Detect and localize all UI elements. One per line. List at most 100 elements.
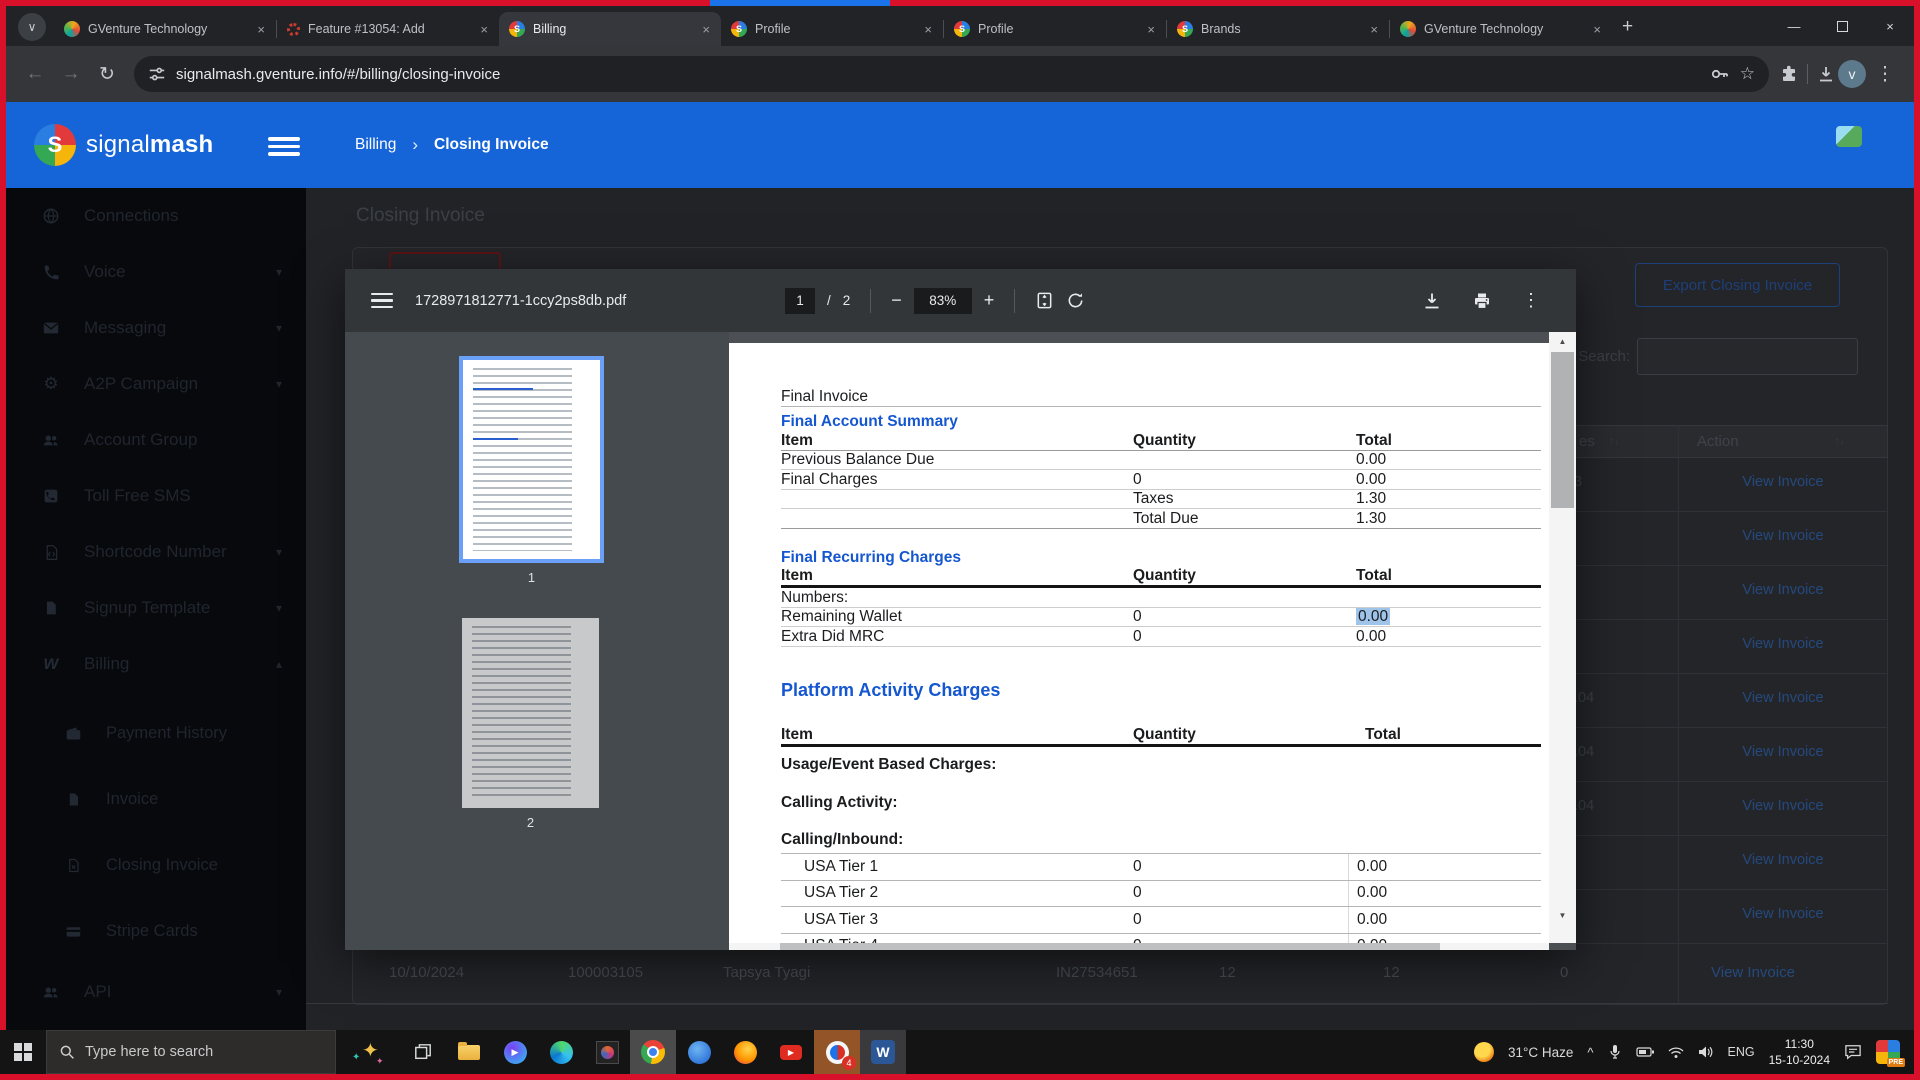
header-profile-photo[interactable] <box>1836 126 1862 147</box>
weather-icon[interactable] <box>1474 1042 1494 1062</box>
view-invoice-link[interactable]: View Invoice <box>1678 798 1888 814</box>
sidebar-item-shortcode-number[interactable]: Shortcode Number ▾ <box>6 524 306 580</box>
bookmark-star-icon[interactable]: ☆ <box>1740 64 1755 84</box>
view-invoice-link[interactable]: View Invoice <box>1678 744 1888 760</box>
messaging-app-icon[interactable]: 4 <box>814 1030 860 1074</box>
close-icon[interactable]: × <box>477 22 491 37</box>
scrollbar-thumb[interactable] <box>780 943 1440 950</box>
edge-icon[interactable] <box>538 1030 584 1074</box>
scrollbar-thumb[interactable] <box>1551 352 1574 508</box>
minimize-button[interactable]: — <box>1770 6 1818 46</box>
sidebar-item-toll-free-sms[interactable]: Toll Free SMS <box>6 468 306 524</box>
export-closing-invoice-button[interactable]: Export Closing Invoice <box>1635 263 1840 307</box>
sidebar-item-api[interactable]: API ▾ <box>6 964 306 1020</box>
screen-capture-app-icon[interactable]: PRE <box>1876 1040 1900 1064</box>
close-icon[interactable]: × <box>921 22 935 37</box>
cloud-app-icon[interactable] <box>676 1030 722 1074</box>
page-1-thumbnail[interactable] <box>459 356 604 563</box>
view-invoice-link[interactable]: View Invoice <box>1678 852 1888 868</box>
zoom-out-button[interactable]: − <box>891 290 902 311</box>
sort-icon[interactable]: ↑↓ <box>1835 436 1845 447</box>
taxes-column-header[interactable]: es <box>1579 433 1595 450</box>
task-view-button[interactable] <box>400 1030 446 1074</box>
notification-center-icon[interactable] <box>1844 1044 1862 1060</box>
search-input[interactable] <box>1637 338 1858 375</box>
sidebar-item-payment-history[interactable]: Payment History <box>6 700 306 766</box>
weather-text[interactable]: 31°C Haze <box>1508 1045 1573 1060</box>
pdf-vertical-scrollbar[interactable]: ▲ ▼ <box>1549 332 1576 943</box>
search-highlights-icon[interactable]: ✦✦✦ <box>336 1030 400 1074</box>
forward-button[interactable]: → <box>54 57 88 91</box>
tab-search-button[interactable]: ∨ <box>18 13 46 41</box>
tab-profile-2[interactable]: S Profile × <box>944 12 1166 46</box>
sidebar-item-stripe-cards[interactable]: Stripe Cards <box>6 898 306 964</box>
media-player-icon[interactable]: ▶ <box>492 1030 538 1074</box>
sidebar-item-account-group[interactable]: Account Group <box>6 412 306 468</box>
pdf-menu-icon[interactable] <box>371 289 393 313</box>
rotate-icon[interactable] <box>1066 291 1085 310</box>
tray-expand-icon[interactable]: ^ <box>1587 1045 1593 1060</box>
zoom-level[interactable]: 83% <box>914 288 972 314</box>
fit-page-icon[interactable] <box>1035 291 1054 310</box>
youtube-icon[interactable]: ▶ <box>768 1030 814 1074</box>
print-icon[interactable] <box>1472 291 1492 311</box>
reload-button[interactable]: ↻ <box>90 57 124 91</box>
brand-logo[interactable]: S signalmash <box>34 102 213 188</box>
close-icon[interactable]: × <box>1590 22 1604 37</box>
view-invoice-link[interactable]: View Invoice <box>1678 690 1888 706</box>
sidebar-item-invoice[interactable]: Invoice <box>6 766 306 832</box>
zoom-in-button[interactable]: + <box>984 290 995 311</box>
close-icon[interactable]: × <box>1144 22 1158 37</box>
sidebar-item-connections[interactable]: Connections <box>6 188 306 244</box>
page-number-input[interactable]: 1 <box>785 288 815 314</box>
browser-menu-icon[interactable]: ⋮ <box>1868 57 1902 91</box>
tab-brands[interactable]: S Brands × <box>1167 12 1389 46</box>
more-options-icon[interactable]: ⋮ <box>1522 290 1540 311</box>
close-icon[interactable]: × <box>1367 22 1381 37</box>
sidebar-item-billing[interactable]: w Billing ▴ <box>6 636 306 692</box>
downloads-icon[interactable] <box>1816 64 1836 84</box>
tab-gventure-1[interactable]: GVenture Technology × <box>54 12 276 46</box>
maximize-button[interactable] <box>1818 6 1866 46</box>
scroll-down-icon[interactable]: ▼ <box>1549 906 1576 925</box>
firefox-icon[interactable] <box>722 1030 768 1074</box>
clock[interactable]: 11:30 15-10-2024 <box>1769 1036 1830 1068</box>
sidebar-item-closing-invoice[interactable]: Closing Invoice <box>6 832 306 898</box>
close-icon[interactable]: × <box>699 22 713 37</box>
taskbar-search[interactable]: Type here to search <box>46 1030 336 1074</box>
back-button[interactable]: ← <box>18 57 52 91</box>
sidebar-item-voice[interactable]: Voice ▾ <box>6 244 306 300</box>
tab-billing-active[interactable]: S Billing × <box>499 12 721 46</box>
pdf-horizontal-scrollbar[interactable] <box>729 943 1549 950</box>
sort-icon[interactable]: ↑↓ <box>1609 436 1619 447</box>
view-invoice-link[interactable]: View Invoice <box>1678 636 1888 652</box>
view-invoice-link[interactable]: View Invoice <box>1678 582 1888 598</box>
tab-gventure-2[interactable]: GVenture Technology × <box>1390 12 1612 46</box>
address-bar[interactable]: signalmash.gventure.info/#/billing/closi… <box>134 56 1769 92</box>
language-indicator[interactable]: ENG <box>1728 1045 1755 1059</box>
file-explorer-icon[interactable] <box>446 1030 492 1074</box>
close-icon[interactable]: × <box>254 22 268 37</box>
new-tab-button[interactable]: + <box>1622 16 1633 38</box>
battery-icon[interactable] <box>1636 1046 1654 1058</box>
site-info-icon[interactable] <box>148 65 166 83</box>
close-window-button[interactable]: × <box>1866 6 1914 46</box>
view-invoice-link[interactable]: View Invoice <box>1678 906 1888 922</box>
profile-avatar[interactable]: v <box>1838 60 1866 88</box>
microphone-icon[interactable] <box>1608 1044 1622 1060</box>
page-2-thumbnail[interactable] <box>462 618 599 808</box>
speaker-icon[interactable] <box>1698 1045 1714 1059</box>
tab-profile-1[interactable]: S Profile × <box>721 12 943 46</box>
sidebar-item-messaging[interactable]: Messaging ▾ <box>6 300 306 356</box>
view-invoice-link[interactable]: View Invoice <box>1678 474 1888 490</box>
scroll-up-icon[interactable]: ▲ <box>1549 332 1576 351</box>
sidebar-item-signup-template[interactable]: Signup Template ▾ <box>6 580 306 636</box>
photos-app-icon[interactable] <box>584 1030 630 1074</box>
start-button[interactable] <box>0 1030 46 1074</box>
view-invoice-link[interactable]: View Invoice <box>1711 964 1795 981</box>
breadcrumb-billing[interactable]: Billing <box>355 136 396 154</box>
passwords-key-icon[interactable] <box>1710 64 1730 84</box>
menu-hamburger-icon[interactable] <box>268 133 300 160</box>
view-invoice-link[interactable]: View Invoice <box>1678 528 1888 544</box>
action-column-header[interactable]: Action <box>1697 433 1739 450</box>
